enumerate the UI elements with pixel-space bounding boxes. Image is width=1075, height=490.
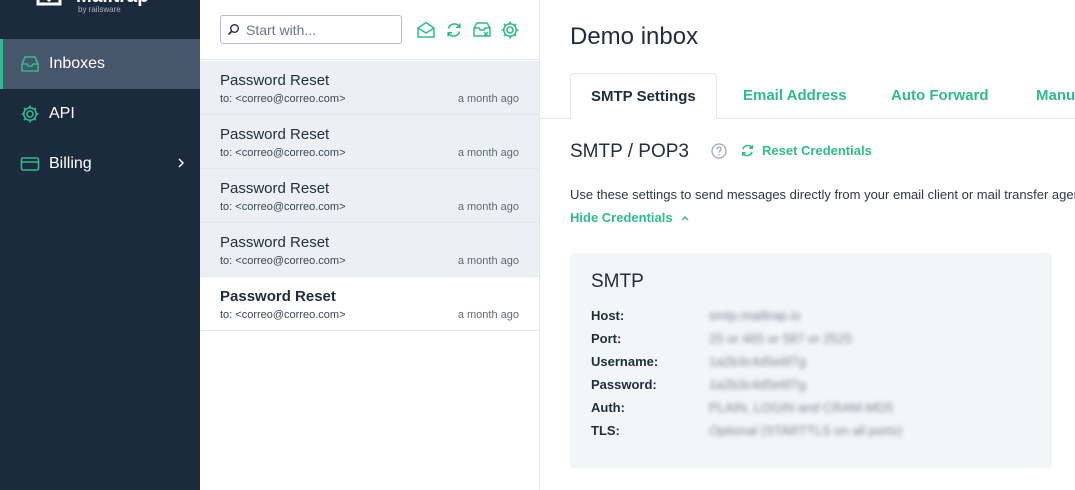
tab-smtp-settings[interactable]: SMTP Settings	[570, 73, 717, 119]
inbox-settings-button[interactable]	[499, 19, 521, 41]
message-row[interactable]: Password Reset to: <correo@correo.com> a…	[200, 223, 539, 277]
message-subject: Password Reset	[220, 288, 336, 305]
credential-row-port: Port: 25 or 465 or 587 or 2525	[591, 328, 852, 348]
search-input[interactable]	[246, 21, 386, 38]
credential-row-tls: TLS: Optional (STARTTLS on all ports)	[591, 420, 902, 440]
credential-row-password: Password: 1a2b3c4d5e6f7g	[591, 374, 806, 394]
credential-value: 1a2b3c4d5e6f7g	[709, 353, 806, 369]
message-subject: Password Reset	[220, 126, 330, 143]
search-box[interactable]	[220, 15, 402, 44]
credit-card-icon	[20, 154, 40, 174]
sidebar-item-inboxes[interactable]: Inboxes	[0, 39, 200, 89]
message-time: a month ago	[457, 201, 519, 213]
message-time: a month ago	[457, 255, 519, 267]
message-row[interactable]: Password Reset to: <correo@correo.com> a…	[200, 115, 539, 169]
refresh-icon	[740, 143, 755, 158]
section-title: SMTP / POP3	[570, 141, 689, 162]
message-subject: Password Reset	[220, 72, 330, 89]
message-recipient: to: <correo@correo.com>	[220, 201, 346, 213]
panel-title: SMTP	[591, 271, 644, 292]
credential-value: 25 or 465 or 587 or 2525	[709, 330, 853, 346]
credential-label: Password:	[591, 376, 657, 392]
mark-read-icon	[417, 21, 435, 38]
message-row[interactable]: Password Reset to: <correo@correo.com> a…	[200, 277, 539, 331]
reset-credentials-button[interactable]: Reset Credentials	[740, 143, 872, 158]
mark-read-button[interactable]	[415, 19, 437, 41]
help-icon[interactable]	[711, 143, 727, 159]
smtp-credentials-panel: SMTP Host: smtp.mailtrap.io Port: 25 or …	[570, 253, 1052, 468]
credential-label: Auth:	[591, 399, 625, 415]
tab-manual[interactable]: Manual	[1036, 73, 1075, 118]
clear-inbox-button[interactable]	[471, 19, 493, 41]
message-recipient: to: <correo@correo.com>	[220, 255, 346, 267]
brand-tagline: by railsware	[78, 5, 121, 14]
credential-value: smtp.mailtrap.io	[709, 307, 801, 323]
smtp-description: Use these settings to send messages dire…	[570, 187, 1075, 202]
message-recipient: to: <correo@correo.com>	[220, 147, 346, 159]
tab-bar: SMTP Settings Email Address Auto Forward…	[540, 73, 1075, 119]
tab-auto-forward[interactable]: Auto Forward	[891, 73, 989, 118]
inbox-detail: Demo inbox SMTP Settings Email Address A…	[540, 0, 1075, 490]
page-title: Demo inbox	[570, 23, 699, 50]
logo-icon	[36, 0, 62, 6]
message-recipient: to: <correo@correo.com>	[220, 93, 346, 105]
chevron-up-icon	[680, 213, 690, 223]
clear-inbox-icon	[473, 22, 491, 37]
settings-icon	[501, 21, 519, 39]
credential-label: Port:	[591, 330, 622, 346]
message-subject: Password Reset	[220, 180, 330, 197]
inbox-icon	[20, 54, 40, 74]
sidebar-item-label: Billing	[49, 155, 92, 172]
gear-icon	[20, 104, 40, 124]
message-list: Password Reset to: <correo@correo.com> a…	[200, 0, 540, 490]
search-icon	[227, 23, 240, 36]
credential-label: TLS:	[591, 422, 620, 438]
sidebar-item-api[interactable]: API	[0, 89, 200, 139]
message-recipient: to: <correo@correo.com>	[220, 309, 346, 321]
list-toolbar	[200, 0, 539, 60]
tab-email-address[interactable]: Email Address	[743, 73, 847, 118]
credential-label: Username:	[591, 353, 659, 369]
sidebar-item-label: Inboxes	[49, 55, 106, 72]
credential-row-host: Host: smtp.mailtrap.io	[591, 305, 801, 325]
message-time: a month ago	[457, 147, 519, 159]
reset-credentials-label: Reset Credentials	[762, 143, 872, 158]
message-row[interactable]: Password Reset to: <correo@correo.com> a…	[200, 61, 539, 115]
message-subject: Password Reset	[220, 234, 330, 251]
sidebar-item-billing[interactable]: Billing	[0, 139, 200, 189]
refresh-button[interactable]	[443, 19, 465, 41]
hide-credentials-label: Hide Credentials	[570, 210, 673, 225]
credential-value: PLAIN, LOGIN and CRAM-MD5	[709, 399, 894, 415]
logo[interactable]: Mailtrap by railsware	[32, 0, 192, 16]
message-row[interactable]: Password Reset to: <correo@correo.com> a…	[200, 169, 539, 223]
sidebar: Mailtrap by railsware Inboxes API Billin…	[0, 0, 200, 490]
credential-row-username: Username: 1a2b3c4d5e6f7g	[591, 351, 806, 371]
credential-value: Optional (STARTTLS on all ports)	[709, 422, 903, 438]
sidebar-item-label: API	[49, 105, 75, 122]
hide-credentials-toggle[interactable]: Hide Credentials	[570, 210, 690, 225]
credential-row-auth: Auth: PLAIN, LOGIN and CRAM-MD5	[591, 397, 893, 417]
credential-label: Host:	[591, 307, 625, 323]
credential-value: 1a2b3c4d5e6f7g	[709, 376, 806, 392]
chevron-right-icon	[178, 158, 185, 168]
message-time: a month ago	[457, 93, 519, 105]
message-time: a month ago	[457, 309, 519, 321]
refresh-icon	[447, 23, 461, 37]
